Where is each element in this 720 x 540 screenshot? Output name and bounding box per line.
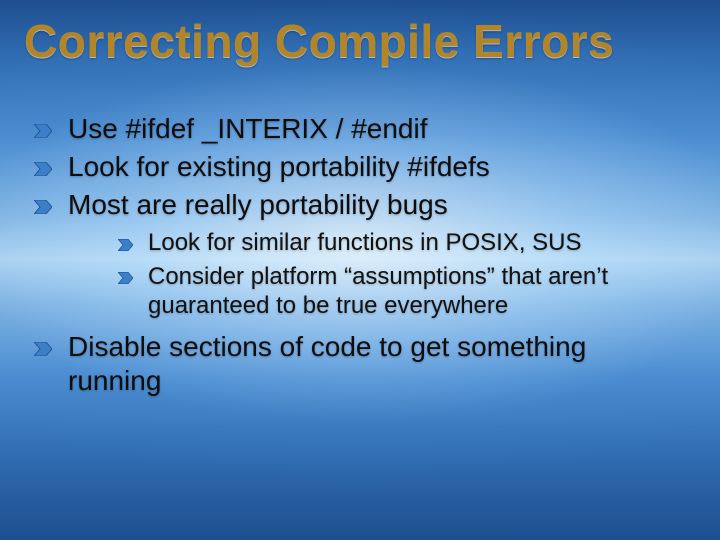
bullet-text: Use #ifdef _INTERIX / #endif [68,113,428,144]
list-item: Consider platform “assumptions” that are… [118,262,686,321]
bullet-list-level-1: Use #ifdef _INTERIX / #endif Look for ex… [34,112,686,399]
bullet-text: Look for similar functions in POSIX, SUS [148,229,582,256]
arrow-bullet-icon [34,342,52,356]
list-item: Look for existing portability #ifdefs [34,150,686,184]
arrow-bullet-icon [34,200,52,214]
arrow-bullet-icon [118,239,133,251]
bullet-list-level-2: Look for similar functions in POSIX, SUS… [68,228,686,320]
slide: Correcting Compile Errors Use #ifdef _IN… [0,0,720,540]
list-item: Disable sections of code to get somethin… [34,330,686,398]
bullet-text: Look for existing portability #ifdefs [68,151,490,182]
list-item: Look for similar functions in POSIX, SUS [118,228,686,257]
bullet-text: Disable sections of code to get somethin… [68,331,586,396]
arrow-bullet-icon [34,124,52,138]
list-item: Most are really portability bugs Look fo… [34,188,686,320]
list-item: Use #ifdef _INTERIX / #endif [34,112,686,146]
bullet-text: Most are really portability bugs [68,189,448,220]
arrow-bullet-icon [34,162,52,176]
slide-title: Correcting Compile Errors [24,14,696,68]
bullet-text: Consider platform “assumptions” that are… [148,263,608,319]
slide-content: Use #ifdef _INTERIX / #endif Look for ex… [34,112,686,403]
arrow-bullet-icon [118,272,133,284]
